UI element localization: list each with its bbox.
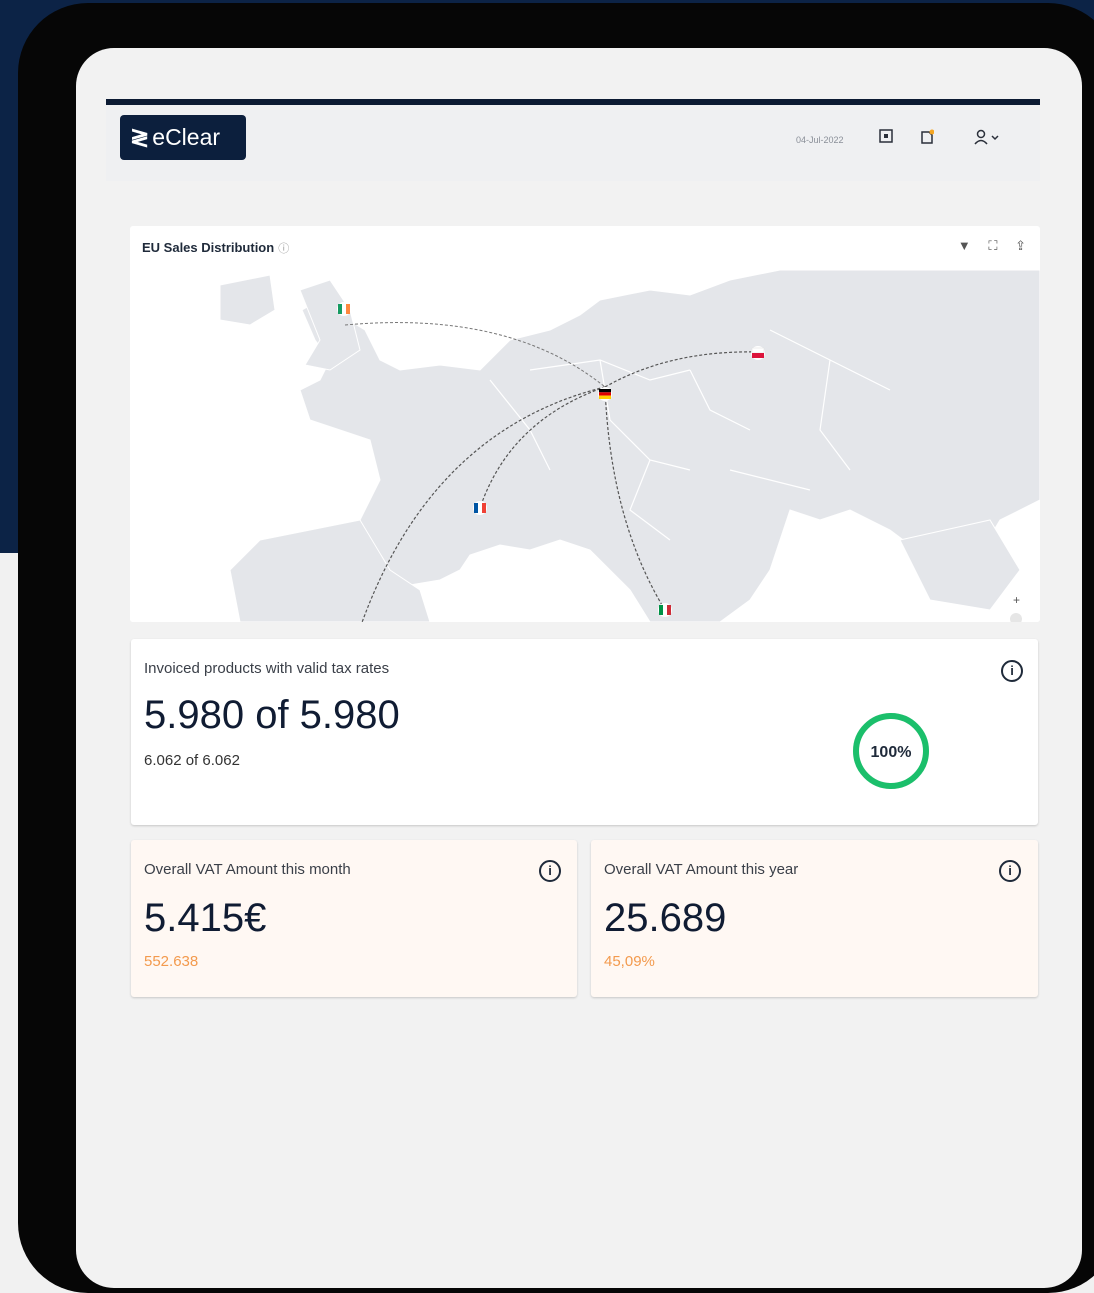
vat-month-card: Overall VAT Amount this month 5.415€ 552… [131,840,577,997]
eclear-logo[interactable]: ≷ eClear [120,115,246,160]
tablet-frame: ≷ eClear 04-Jul-2022 EU Sales Distributio… [18,3,1094,1293]
user-menu-icon[interactable] [974,129,1002,149]
map-toolbar: ▼ ⛶ ⇪ [944,238,1026,254]
logo-text: eClear [152,124,221,150]
europe-map[interactable]: + [130,270,1040,622]
products-card-value: 5.980 of 5.980 [144,693,400,737]
info-icon[interactable]: i [539,860,561,882]
export-icon[interactable]: ⇪ [1015,238,1026,253]
info-icon[interactable]: i [1001,660,1023,682]
zoom-in-icon[interactable]: + [1013,593,1020,607]
eu-sales-distribution-card: EU Sales Distribution ⓘ ▼ ⛶ ⇪ + [130,226,1040,622]
header-date: 04-Jul-2022 [796,135,844,145]
products-valid-tax-card: Invoiced products with valid tax rates 5… [131,639,1038,825]
vat-year-card: Overall VAT Amount this year 25.689 45,0… [591,840,1038,997]
marker-germany[interactable] [598,387,612,401]
info-icon[interactable]: i [999,860,1021,882]
vat-year-value: 25.689 [604,896,727,940]
progress-ring: 100% [853,713,929,789]
map-card-title: EU Sales Distribution ⓘ [142,240,289,256]
marker-france[interactable] [473,501,487,515]
progress-ring-label: 100% [871,744,912,761]
vat-month-title: Overall VAT Amount this month [144,861,351,878]
marker-poland[interactable] [751,346,765,360]
logo-mark-icon: ≷ [130,124,150,150]
app-header: ≷ eClear 04-Jul-2022 [106,105,1040,181]
tablet-screen: ≷ eClear 04-Jul-2022 EU Sales Distributio… [76,48,1082,1288]
vat-month-subvalue: 552.638 [144,953,199,970]
dashboard-icon[interactable] [879,129,893,147]
info-icon[interactable]: ⓘ [278,243,289,255]
marker-italy[interactable] [658,603,672,617]
products-card-subvalue: 6.062 of 6.062 [144,752,240,769]
marker-ireland[interactable] [337,302,351,316]
products-card-title: Invoiced products with valid tax rates [144,660,390,677]
filter-icon[interactable]: ▼ [958,238,971,253]
vat-year-title: Overall VAT Amount this year [604,861,799,878]
fullscreen-icon[interactable]: ⛶ [988,238,997,253]
notification-icon[interactable] [920,129,935,148]
map-title-text: EU Sales Distribution [142,240,275,255]
vat-year-subvalue: 45,09% [604,953,655,970]
vat-month-value: 5.415€ [144,896,267,940]
